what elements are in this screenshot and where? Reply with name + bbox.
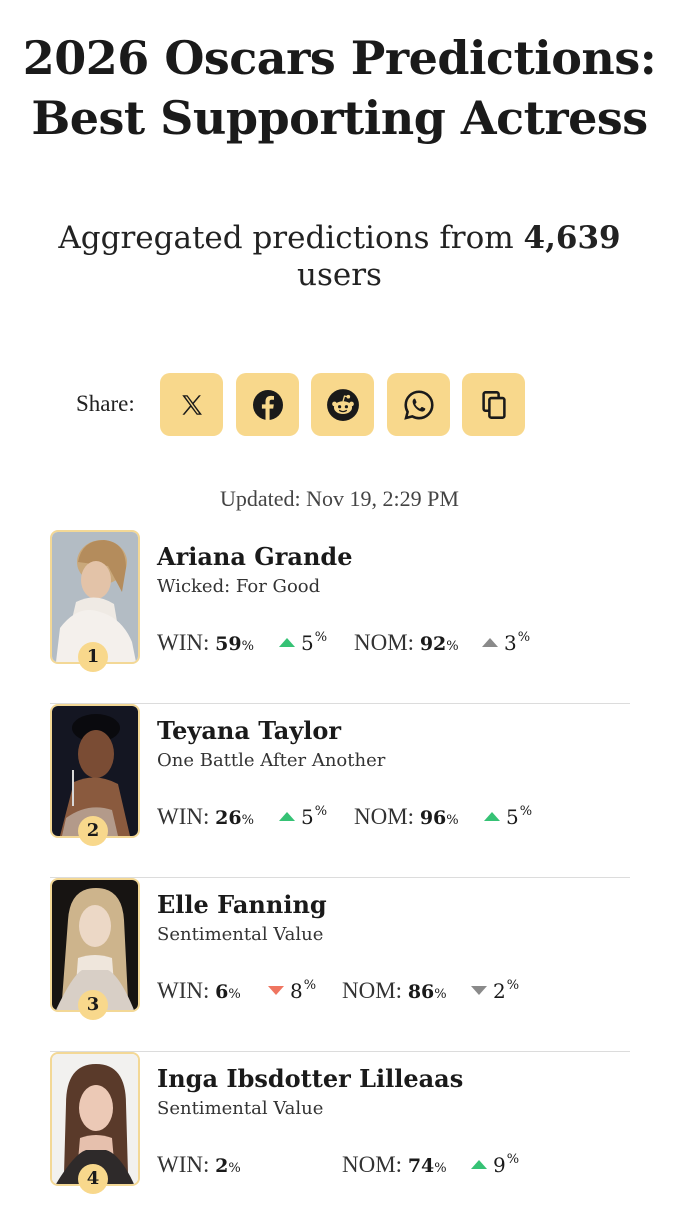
nom-label: NOM: [342,1152,403,1177]
nom-change: 3% [482,630,530,655]
win-label: WIN: [157,630,210,655]
updated-timestamp: Updated: Nov 19, 2:29 PM [220,486,459,511]
nominee-film: One Battle After Another [157,750,386,771]
nom-change-value: 2 [493,979,506,1003]
trend-up-icon [279,812,295,821]
rank-badge: 3 [78,990,108,1020]
nom-change-value: 3 [504,631,517,655]
nom-value: 96 [419,807,447,829]
nom-change-value: 5 [506,805,519,829]
nominee-row[interactable]: 1 Ariana Grande Wicked: For Good WIN: 59… [50,530,630,704]
page-subtitle: Aggregated predictions from 4,639 users [40,220,639,294]
percent-sign: % [434,987,447,1002]
nom-label: NOM: [354,804,415,829]
subtitle-prefix: Aggregated predictions from [58,220,524,256]
share-label: Share: [76,391,135,416]
percent-sign: % [228,987,241,1002]
percent-sign: % [506,1152,520,1167]
copy-link-button[interactable] [462,373,525,436]
trend-up-icon [484,812,500,821]
win-label: WIN: [157,1152,210,1177]
percent-sign: % [506,978,520,993]
percent-sign: % [446,813,459,828]
trend-up-icon [279,638,295,647]
nom-change-value: 9 [493,1153,506,1177]
trend-down-icon [268,986,284,995]
nom-label: NOM: [342,978,403,1003]
win-stat: WIN: 2% [157,1152,241,1178]
win-change: 8% [268,978,316,1003]
whatsapp-share-button[interactable] [387,373,450,436]
nom-stat: NOM: 92% [354,630,459,656]
rank-badge: 1 [78,642,108,672]
percent-sign: % [434,1161,447,1176]
trend-neutral-down-icon [471,986,487,995]
nom-value: 86 [407,981,435,1003]
nominee-name[interactable]: Teyana Taylor [157,716,341,745]
win-label: WIN: [157,978,210,1003]
nominee-film: Sentimental Value [157,1098,324,1119]
win-change: 5% [279,630,327,655]
nominee-film: Wicked: For Good [157,576,321,597]
rank-badge: 4 [78,1164,108,1194]
nominee-row[interactable]: 2 Teyana Taylor One Battle After Another… [50,704,630,878]
percent-sign: % [241,639,254,654]
nom-label: NOM: [354,630,415,655]
win-value: 6 [215,981,229,1003]
page-title: 2026 Oscars Predictions: Best Supporting… [22,31,657,145]
win-change-value: 8 [290,979,303,1003]
facebook-icon [252,389,283,420]
percent-sign: % [303,978,317,993]
win-value: 59 [215,633,242,655]
nominee-row[interactable]: 3 Elle Fanning Sentimental Value WIN: 6%… [50,878,630,1052]
x-share-button[interactable] [160,373,223,436]
win-stat: WIN: 26% [157,804,254,830]
reddit-icon [326,388,359,421]
percent-sign: % [517,630,531,645]
nominee-name[interactable]: Elle Fanning [157,890,327,919]
win-change-value: 5 [301,631,314,655]
reddit-share-button[interactable] [311,373,374,436]
user-count: 4,639 [523,220,621,256]
win-change-value: 5 [301,805,314,829]
percent-sign: % [241,813,254,828]
percent-sign: % [228,1161,241,1176]
nom-stat: NOM: 74% [342,1152,447,1178]
nominee-film: Sentimental Value [157,924,324,945]
share-bar: Share: [0,373,679,437]
percent-sign: % [314,630,328,645]
nom-change: 2% [471,978,519,1003]
nominee-name[interactable]: Ariana Grande [157,542,352,571]
facebook-share-button[interactable] [236,373,299,436]
win-stat: WIN: 6% [157,978,241,1004]
percent-sign: % [519,804,533,819]
percent-sign: % [446,639,459,654]
nom-value: 92 [419,633,447,655]
nom-stat: NOM: 86% [342,978,447,1004]
trend-neutral-up-icon [482,638,498,647]
rank-badge: 2 [78,816,108,846]
trend-up-icon [471,1160,487,1169]
nom-change: 5% [484,804,532,829]
win-value: 2 [215,1155,229,1177]
nom-value: 74 [407,1155,435,1177]
x-logo-icon [181,394,202,415]
nominee-name[interactable]: Inga Ibsdotter Lilleaas [157,1064,463,1093]
win-label: WIN: [157,804,210,829]
nom-change: 9% [471,1152,519,1177]
subtitle-suffix: users [297,257,382,293]
nom-stat: NOM: 96% [354,804,459,830]
win-change: 5% [279,804,327,829]
whatsapp-icon [403,389,434,420]
percent-sign: % [314,804,328,819]
copy-icon [481,390,506,419]
win-stat: WIN: 59% [157,630,254,656]
win-value: 26 [215,807,242,829]
